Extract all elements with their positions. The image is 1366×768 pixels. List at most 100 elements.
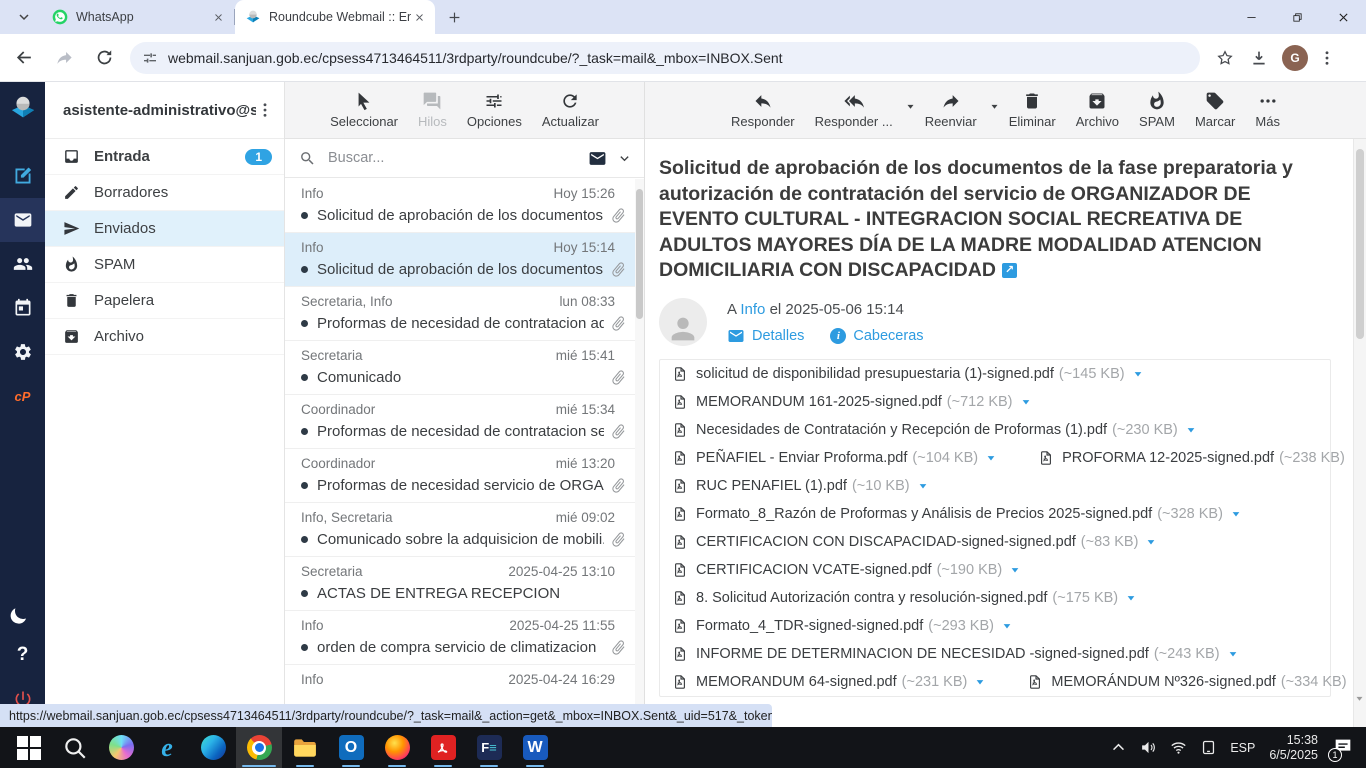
- attachment-solicitud-de-disponibilidad-presupuestar[interactable]: solicitud de disponibilidad presupuestar…: [672, 366, 1143, 382]
- tab-whatsapp[interactable]: WhatsApp: [42, 0, 234, 34]
- toolbar-button-marcar[interactable]: Marcar: [1195, 91, 1235, 129]
- message-row[interactable]: Secretaria, Infolun 08:33 Proformas de n…: [285, 287, 635, 341]
- folder-item-enviados[interactable]: Enviados: [45, 211, 284, 247]
- open-in-new-window-icon[interactable]: ↗: [1002, 263, 1017, 278]
- message-row[interactable]: InfoHoy 15:14 Solicitud de aprobación de…: [285, 233, 635, 287]
- tab-close-button[interactable]: [411, 9, 427, 25]
- message-row[interactable]: InfoHoy 15:26 Solicitud de aprobación de…: [285, 179, 635, 233]
- wifi-icon[interactable]: [1170, 739, 1187, 756]
- new-tab-button[interactable]: [441, 4, 467, 30]
- search-input[interactable]: Buscar...: [328, 150, 588, 166]
- rail-dark-mode-button[interactable]: [0, 589, 45, 633]
- attachment-pe-afiel-enviar-proforma-pdf[interactable]: PEÑAFIEL - Enviar Proforma.pdf(~104 KB): [672, 450, 996, 466]
- tab-roundcube[interactable]: Roundcube Webmail :: Enviados: [235, 0, 435, 34]
- notification-center-button[interactable]: 1: [1332, 736, 1356, 760]
- folder-item-borradores[interactable]: Borradores: [45, 175, 284, 211]
- rail-settings-button[interactable]: [0, 330, 45, 374]
- message-row[interactable]: Info2025-04-25 11:55 orden de compra ser…: [285, 611, 635, 665]
- restore-button[interactable]: [1274, 0, 1320, 34]
- attachment-formato-8-raz-n-de-proformas-y-an-lisis-[interactable]: Formato_8_Razón de Proformas y Análisis …: [672, 506, 1241, 522]
- list-scrollbar[interactable]: [635, 179, 644, 727]
- details-link[interactable]: Detalles: [752, 328, 804, 344]
- back-button[interactable]: [8, 42, 40, 74]
- attachment-certificacion-vcate-signed-pdf[interactable]: CERTIFICACION VCATE-signed.pdf(~190 KB): [672, 562, 1020, 578]
- taskbar-start-button[interactable]: [6, 727, 52, 768]
- volume-icon[interactable]: [1140, 739, 1157, 756]
- toolbar-button-opciones[interactable]: Opciones: [467, 91, 522, 129]
- tab-search-button[interactable]: [10, 4, 38, 30]
- caret-down-icon[interactable]: [906, 102, 915, 111]
- taskbar-copilot-button[interactable]: [98, 727, 144, 768]
- folder-item-entrada[interactable]: Entrada1: [45, 139, 284, 175]
- folder-item-papelera[interactable]: Papelera: [45, 283, 284, 319]
- message-row[interactable]: Secretariamié 15:41 Comunicado: [285, 341, 635, 395]
- folder-item-spam[interactable]: SPAM: [45, 247, 284, 283]
- language-indicator[interactable]: ESP: [1230, 741, 1255, 755]
- device-icon[interactable]: [1200, 739, 1217, 756]
- taskbar-acrobat-button[interactable]: [420, 727, 466, 768]
- taskbar-fs-app-button[interactable]: F≡: [466, 727, 512, 768]
- attachment-proforma-12-2025-signed-pdf[interactable]: PROFORMA 12-2025-signed.pdf(~238 KB): [1038, 450, 1353, 466]
- downloads-button[interactable]: [1244, 43, 1274, 73]
- caret-down-icon[interactable]: [990, 102, 999, 111]
- message-row[interactable]: Coordinadormié 13:20 Proformas de necesi…: [285, 449, 635, 503]
- minimize-button[interactable]: [1228, 0, 1274, 34]
- attachment-ruc-penafiel-1-pdf[interactable]: RUC PENAFIEL (1).pdf(~10 KB): [672, 478, 928, 494]
- attachment-formato-4-tdr-signed-signed-pdf[interactable]: Formato_4_TDR-signed-signed.pdf(~293 KB): [672, 618, 1012, 634]
- recipient-link[interactable]: Info: [740, 301, 765, 318]
- profile-avatar[interactable]: G: [1282, 45, 1308, 71]
- account-menu-icon[interactable]: [256, 101, 274, 119]
- bookmark-button[interactable]: [1210, 43, 1240, 73]
- forward-button[interactable]: [48, 42, 80, 74]
- taskbar-outlook-button[interactable]: O: [328, 727, 374, 768]
- scroll-down-icon[interactable]: [1355, 694, 1364, 703]
- message-scrollbar[interactable]: [1353, 139, 1366, 727]
- chevron-down-icon[interactable]: [619, 153, 630, 164]
- toolbar-button-reenviar[interactable]: Reenviar: [925, 91, 977, 129]
- attachment-8-solicitud-autorizaci-n-contra-y-resolu[interactable]: 8. Solicitud Autorización contra y resol…: [672, 590, 1136, 606]
- reload-button[interactable]: [88, 42, 120, 74]
- tab-close-button[interactable]: [210, 9, 226, 25]
- attachment-memorandum-161-2025-signed-pdf[interactable]: MEMORANDUM 161-2025-signed.pdf(~712 KB): [672, 394, 1031, 410]
- attachment-memorandum-64-signed-pdf[interactable]: MEMORANDUM 64-signed.pdf(~231 KB): [672, 674, 985, 690]
- close-window-button[interactable]: [1320, 0, 1366, 34]
- headers-link[interactable]: Cabeceras: [853, 328, 923, 344]
- toolbar-button-archivo[interactable]: Archivo: [1076, 91, 1119, 129]
- rail-help-button[interactable]: ?: [0, 633, 45, 677]
- search-bar[interactable]: Buscar...: [285, 139, 644, 178]
- taskbar-edge-button[interactable]: [190, 727, 236, 768]
- toolbar-button-responder[interactable]: Responder: [731, 91, 795, 129]
- address-bar[interactable]: webmail.sanjuan.gob.ec/cpsess4713464511/…: [130, 42, 1200, 74]
- folder-item-archivo[interactable]: Archivo: [45, 319, 284, 355]
- taskbar-search-button[interactable]: [52, 727, 98, 768]
- attachment-memor-ndum-n-326-signed-pdf[interactable]: MEMORÁNDUM Nº326-signed.pdf(~334 KB): [1027, 674, 1353, 690]
- search-scope-icon[interactable]: [588, 149, 607, 168]
- toolbar-button-seleccionar[interactable]: Seleccionar: [330, 91, 398, 129]
- toolbar-button-responder[interactable]: Responder ...: [815, 91, 893, 129]
- rail-contacts-button[interactable]: [0, 242, 45, 286]
- message-row[interactable]: Info, Secretariamié 09:02 Comunicado sob…: [285, 503, 635, 557]
- browser-menu-button[interactable]: [1312, 43, 1342, 73]
- taskbar-firefox-button[interactable]: [374, 727, 420, 768]
- toolbar-button-spam[interactable]: SPAM: [1139, 91, 1175, 129]
- attachment-informe-de-determinacion-de-necesidad-si[interactable]: INFORME DE DETERMINACION DE NECESIDAD -s…: [672, 646, 1238, 662]
- toolbar-button-hilos[interactable]: Hilos: [418, 91, 447, 129]
- rail-calendar-button[interactable]: [0, 286, 45, 330]
- taskbar-clock[interactable]: 15:38 6/5/2025: [1269, 733, 1318, 763]
- attachment-certificacion-con-discapacidad-signed-si[interactable]: CERTIFICACION CON DISCAPACIDAD-signed-si…: [672, 534, 1156, 550]
- scrollbar-thumb[interactable]: [636, 189, 643, 319]
- tray-chevron-up-icon[interactable]: [1110, 739, 1127, 756]
- toolbar-button-m-s[interactable]: Más: [1255, 91, 1280, 129]
- message-row[interactable]: Coordinadormié 15:34 Proformas de necesi…: [285, 395, 635, 449]
- attachment-necesidades-de-contrataci-n-y-recepci-n-[interactable]: Necesidades de Contratación y Recepción …: [672, 422, 1196, 438]
- taskbar-file-explorer-button[interactable]: [282, 727, 328, 768]
- taskbar-chrome-button[interactable]: [236, 727, 282, 768]
- toolbar-button-eliminar[interactable]: Eliminar: [1009, 91, 1056, 129]
- toolbar-button-actualizar[interactable]: Actualizar: [542, 91, 599, 129]
- rail-mail-button[interactable]: [0, 198, 45, 242]
- rail-compose-button[interactable]: [0, 154, 45, 198]
- rail-cpanel-button[interactable]: cP: [0, 374, 45, 418]
- taskbar-word-button[interactable]: W: [512, 727, 558, 768]
- message-row[interactable]: Secretaria2025-04-25 13:10 ACTAS DE ENTR…: [285, 557, 635, 611]
- scrollbar-thumb[interactable]: [1356, 149, 1364, 339]
